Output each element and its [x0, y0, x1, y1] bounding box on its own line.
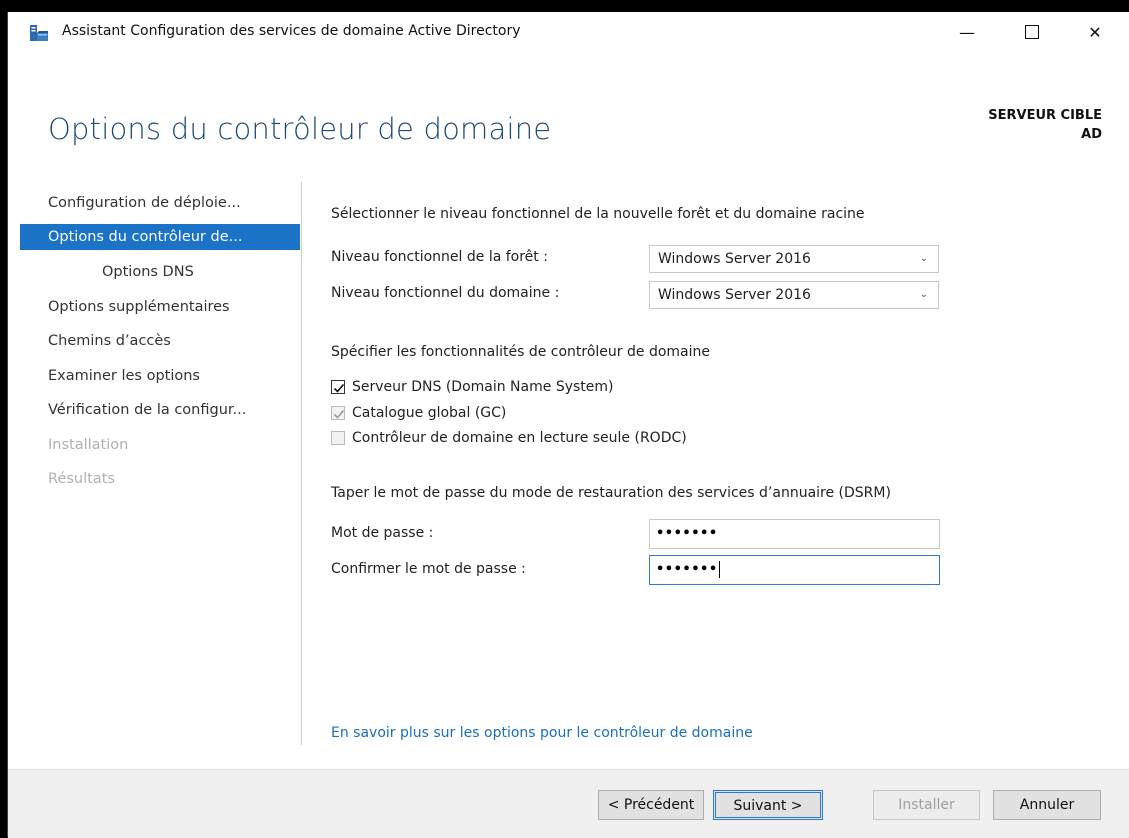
global-catalog-checkbox-row: Catalogue global (GC) [331, 403, 506, 423]
text-caret [718, 561, 720, 578]
next-button-label: Suivant > [715, 792, 821, 818]
forest-level-value: Windows Server 2016 [658, 251, 811, 267]
nav-item-review[interactable]: Examiner les options [48, 363, 298, 389]
dns-server-checkbox-row[interactable]: Serveur DNS (Domain Name System) [331, 377, 613, 397]
password-input[interactable]: ••••••• [649, 519, 940, 549]
nav-item-deployment[interactable]: Configuration de déploie... [48, 190, 298, 216]
chevron-down-icon: ⌄ [919, 289, 928, 300]
target-server-label: SERVEUR CIBLE [988, 108, 1102, 123]
target-server-name: AD [1081, 127, 1102, 142]
domain-level-label: Niveau fonctionnel du domaine : [331, 285, 560, 301]
global-catalog-label: Catalogue global (GC) [352, 405, 507, 421]
nav-item-results: Résultats [48, 471, 115, 487]
functional-level-heading: Sélectionner le niveau fonctionnel de la… [331, 206, 865, 222]
password-label: Mot de passe : [331, 525, 434, 541]
wizard-window: Assistant Configuration des services de … [7, 12, 1129, 838]
next-button[interactable]: Suivant > [713, 790, 823, 820]
forest-level-label: Niveau fonctionnel de la forêt : [331, 249, 548, 265]
domain-level-select[interactable]: Windows Server 2016 ⌄ [649, 281, 939, 309]
confirm-password-input[interactable]: ••••••• [649, 555, 940, 585]
page-title: Options du contrôleur de domaine [48, 112, 552, 146]
nav-item-dc-options[interactable]: Options du contrôleur de... [20, 224, 300, 250]
rodc-checkbox-row: Contrôleur de domaine en lecture seule (… [331, 428, 687, 448]
confirm-password-value: ••••••• [656, 562, 718, 577]
capabilities-heading: Spécifier les fonctionnalités de contrôl… [331, 344, 710, 360]
minimize-icon: — [959, 22, 975, 42]
chevron-down-icon: ⌄ [919, 253, 928, 264]
rodc-label: Contrôleur de domaine en lecture seule (… [352, 430, 687, 446]
close-icon: ✕ [1088, 22, 1102, 42]
checkmark-icon [333, 383, 345, 393]
password-value: ••••••• [656, 526, 718, 541]
learn-more-link[interactable]: En savoir plus sur les options pour le c… [331, 725, 753, 741]
previous-button[interactable]: < Précédent [598, 790, 704, 820]
dns-server-label: Serveur DNS (Domain Name System) [352, 379, 614, 395]
forest-level-select[interactable]: Windows Server 2016 ⌄ [649, 245, 939, 273]
target-server: SERVEUR CIBLE AD [988, 106, 1102, 144]
install-button: Installer [873, 790, 980, 820]
maximize-button[interactable] [1008, 12, 1056, 52]
domain-level-value: Windows Server 2016 [658, 287, 811, 303]
dsrm-heading: Taper le mot de passe du mode de restaur… [331, 485, 891, 501]
nav-item-prereq-check[interactable]: Vérification de la configur... [48, 397, 298, 423]
nav-item-installation: Installation [48, 437, 129, 453]
nav-divider [301, 182, 302, 745]
cancel-button[interactable]: Annuler [993, 790, 1101, 820]
nav-item-dns-options[interactable]: Options DNS [102, 259, 352, 285]
checkmark-icon [333, 409, 345, 419]
global-catalog-checkbox [331, 406, 345, 420]
maximize-icon [1025, 25, 1039, 39]
nav-item-paths[interactable]: Chemins d’accès [48, 328, 298, 354]
server-manager-icon [30, 25, 48, 41]
minimize-button[interactable]: — [943, 12, 991, 52]
rodc-checkbox [331, 431, 345, 445]
window-title: Assistant Configuration des services de … [62, 23, 521, 39]
title-bar[interactable]: Assistant Configuration des services de … [8, 12, 1129, 52]
confirm-password-label: Confirmer le mot de passe : [331, 561, 526, 577]
nav-item-additional-options[interactable]: Options supplémentaires [48, 294, 298, 320]
dns-server-checkbox[interactable] [331, 380, 345, 394]
close-button[interactable]: ✕ [1071, 12, 1119, 52]
